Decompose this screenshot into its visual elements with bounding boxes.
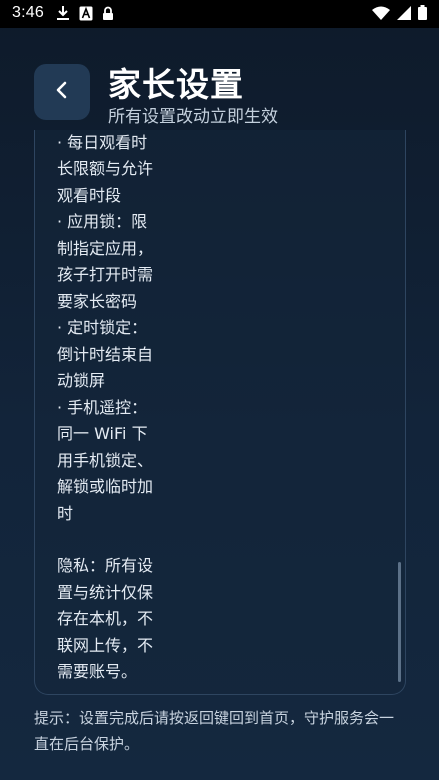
- card-line: · 应用锁：限: [57, 212, 148, 231]
- chevron-left-icon: [54, 80, 70, 104]
- card-line: 解锁或临时加: [57, 477, 154, 496]
- card-line: 时: [57, 503, 74, 523]
- privacy-line: 置与统计仅保: [57, 582, 154, 602]
- signal-icon: [397, 5, 411, 20]
- feature-info-card[interactable]: · 每日观看时 长限额与允许 观看时段 · 应用锁：限 制指定应用， 孩子打开时…: [34, 130, 406, 695]
- battery-icon: [418, 5, 427, 20]
- download-icon: [56, 5, 70, 21]
- privacy-line: 联网上传，不: [57, 635, 154, 655]
- status-system-icons: [372, 5, 427, 20]
- card-text: · 每日观看时 长限额与允许 观看时段 · 应用锁：限 制指定应用， 孩子打开时…: [57, 130, 169, 686]
- status-time: 3:46: [12, 4, 44, 21]
- privacy-line: 存在本机，不: [57, 609, 154, 628]
- card-line: 动锁屏: [57, 371, 106, 390]
- card-line: 同一 WiFi 下: [57, 424, 148, 443]
- page-subtitle: 所有设置改动立即生效: [108, 107, 278, 127]
- wifi-icon: [372, 6, 390, 20]
- card-line: · 定时锁定：: [57, 318, 148, 337]
- card-line: 倒计时结束自: [57, 344, 154, 364]
- lock-icon: [102, 6, 114, 21]
- page-title: 家长设置: [108, 65, 244, 104]
- card-line: · 手机遥控：: [57, 397, 148, 417]
- card-line: 孩子打开时需: [57, 265, 154, 284]
- card-line: 要家长密码: [57, 291, 138, 311]
- keyboard-a-icon: [79, 6, 93, 21]
- privacy-line: 隐私：所有设: [57, 556, 154, 575]
- status-bar: 3:46: [0, 0, 439, 28]
- privacy-line: 需要账号。: [57, 662, 138, 681]
- footer-hint: 提示：设置完成后请按返回键回到首页，守护服务会一直在后台保护。: [34, 709, 395, 753]
- back-button[interactable]: [34, 64, 90, 120]
- card-line-cut: · 每日观看时: [57, 133, 148, 152]
- status-notification-icons: [56, 5, 114, 21]
- card-line: 观看时段: [57, 185, 122, 205]
- card-scrollbar[interactable]: [398, 562, 401, 682]
- card-line: 制指定应用，: [57, 238, 154, 258]
- card-line: 用手机锁定、: [57, 450, 154, 470]
- card-line: 长限额与允许: [57, 159, 154, 178]
